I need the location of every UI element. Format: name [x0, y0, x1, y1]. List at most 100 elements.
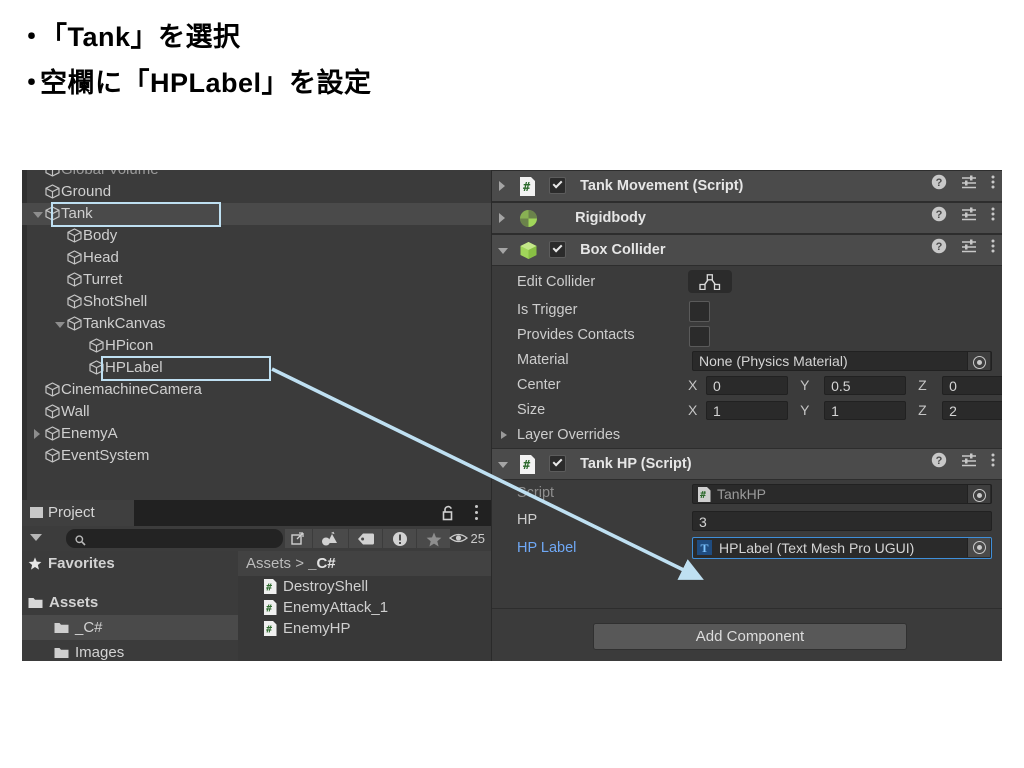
asset-item-label: EnemyAttack_1 [283, 599, 388, 616]
is-trigger-checkbox[interactable] [689, 301, 710, 322]
search-icon [75, 533, 86, 549]
breadcrumb[interactable]: Assets > _C# [238, 551, 491, 576]
preset-icon[interactable] [961, 449, 977, 479]
collapse-triangle-icon[interactable] [31, 203, 44, 225]
project-assets-pane[interactable]: Assets > _C# #DestroyShell#EnemyAttack_1… [238, 551, 491, 661]
help-icon[interactable]: ? [931, 171, 947, 201]
hierarchy-item-body[interactable]: Body [22, 225, 491, 247]
add-component-button[interactable]: Add Component [593, 623, 907, 650]
tab-project[interactable]: Project [22, 500, 134, 526]
unlock-icon[interactable] [441, 504, 457, 522]
help-icon[interactable]: ? [931, 203, 947, 233]
expand-triangle-icon[interactable] [492, 203, 514, 233]
project-tree[interactable]: Favorites Assets_C# Images [22, 551, 238, 661]
edit-collider-button[interactable] [688, 270, 732, 293]
material-object-field[interactable]: None (Physics Material) [692, 351, 992, 371]
size-z-input[interactable]: 2 [942, 401, 1002, 420]
project-tree-item-favorites[interactable]: Favorites [22, 551, 238, 576]
hierarchy-item-head[interactable]: Head [22, 247, 491, 269]
expand-triangle-icon[interactable] [31, 423, 44, 445]
size-x-input[interactable]: 1 [706, 401, 788, 420]
hierarchy-item-turret[interactable]: Turret [22, 269, 491, 291]
hierarchy-item-enemya[interactable]: EnemyA [22, 423, 491, 445]
project-tree-item-label: Images [75, 644, 124, 661]
size-y-axis-label: Y [792, 401, 820, 420]
search-expand-icon[interactable] [285, 529, 313, 548]
asset-item-destroyshell[interactable]: #DestroyShell [238, 576, 491, 597]
material-label: Material [517, 348, 569, 373]
triangle-placeholder [31, 401, 44, 423]
asset-item-enemyhp[interactable]: #EnemyHP [238, 618, 491, 639]
project-tree-item--c-[interactable]: _C# [22, 615, 238, 640]
inspector-panel[interactable]: # Tank Movement (Script) ? [491, 170, 1002, 661]
object-picker-icon[interactable] [967, 485, 990, 503]
expand-triangle-icon[interactable] [492, 171, 514, 201]
hierarchy-item-wall[interactable]: Wall [22, 401, 491, 423]
hierarchy-item-global-volume[interactable]: Global Volume [22, 170, 491, 181]
label-tag-icon[interactable] [349, 529, 383, 548]
collapse-triangle-icon[interactable] [492, 235, 514, 265]
component-header-tank-movement[interactable]: # Tank Movement (Script) ? [492, 170, 1002, 202]
provides-contacts-checkbox[interactable] [689, 326, 710, 347]
visible-count[interactable]: 25 [449, 529, 485, 548]
collapse-triangle-icon[interactable] [53, 313, 66, 335]
size-y-input[interactable]: 1 [824, 401, 906, 420]
box-collider-properties: Edit Collider Is Trigger Provides Contac… [492, 266, 1002, 448]
component-header-rigidbody[interactable]: Rigidbody ? [492, 202, 1002, 234]
hp-label-object-field[interactable]: T HPLabel (Text Mesh Pro UGUI) [692, 537, 992, 559]
center-y-input[interactable]: 0.5 [824, 376, 906, 395]
center-label: Center [517, 373, 561, 398]
hierarchy-item-ground[interactable]: Ground [22, 181, 491, 203]
help-icon[interactable]: ? [931, 235, 947, 265]
kebab-menu-icon[interactable] [991, 449, 995, 479]
material-value: None (Physics Material) [699, 353, 848, 369]
kebab-menu-icon[interactable] [991, 171, 995, 201]
hierarchy-item-label: CinemachineCamera [61, 379, 202, 401]
asset-item-enemyattack-1[interactable]: #EnemyAttack_1 [238, 597, 491, 618]
search-input[interactable] [92, 529, 281, 550]
component-enabled-checkbox[interactable] [549, 241, 566, 258]
component-header-icons: ? [921, 171, 995, 201]
preset-icon[interactable] [961, 171, 977, 201]
hierarchy-panel[interactable]: Global VolumeGroundTankBodyHeadTurretSho… [22, 170, 491, 500]
component-header-box-collider[interactable]: Box Collider ? [492, 234, 1002, 266]
object-picker-icon[interactable] [967, 538, 990, 557]
kebab-menu-icon[interactable] [475, 505, 479, 521]
collapse-triangle-icon[interactable] [492, 449, 514, 479]
project-tree-item-images[interactable]: Images [22, 640, 238, 661]
hp-input[interactable]: 3 [692, 511, 992, 531]
hierarchy-item-hpicon[interactable]: HPicon [22, 335, 491, 357]
hierarchy-item-tank[interactable]: Tank [22, 203, 491, 225]
preset-icon[interactable] [961, 235, 977, 265]
triangle-placeholder [53, 291, 66, 313]
expand-triangle-icon[interactable] [501, 431, 507, 439]
search-input-wrapper[interactable] [66, 529, 283, 548]
help-icon[interactable]: ? [931, 449, 947, 479]
center-z-input[interactable]: 0 [942, 376, 1002, 395]
warning-icon[interactable] [383, 529, 417, 548]
hierarchy-item-label: EnemyA [61, 423, 118, 445]
kebab-menu-icon[interactable] [991, 235, 995, 265]
kebab-menu-icon[interactable] [991, 203, 995, 233]
hierarchy-item-shotshell[interactable]: ShotShell [22, 291, 491, 313]
package-icon[interactable] [313, 529, 349, 548]
hierarchy-item-tankcanvas[interactable]: TankCanvas [22, 313, 491, 335]
center-x-input[interactable]: 0 [706, 376, 788, 395]
component-enabled-checkbox[interactable] [549, 177, 566, 194]
object-picker-icon[interactable] [967, 352, 990, 370]
preset-icon[interactable] [961, 203, 977, 233]
breadcrumb-root[interactable]: Assets [246, 555, 291, 572]
component-title: Box Collider [580, 242, 665, 258]
chevron-down-icon[interactable] [30, 534, 42, 541]
hierarchy-item-eventsystem[interactable]: EventSystem [22, 445, 491, 467]
hierarchy-item-cinemachinecamera[interactable]: CinemachineCamera [22, 379, 491, 401]
project-tree-item-assets[interactable]: Assets [22, 590, 238, 615]
component-enabled-checkbox[interactable] [549, 455, 566, 472]
component-header-tank-hp[interactable]: # Tank HP (Script) ? [492, 448, 1002, 480]
gameobject-cube-icon [66, 291, 83, 313]
svg-text:#: # [523, 180, 531, 194]
hierarchy-item-hplabel[interactable]: HPLabel [22, 357, 491, 379]
row-layer-overrides[interactable]: Layer Overrides [492, 423, 1002, 448]
favorite-star-icon[interactable] [417, 529, 451, 548]
layer-overrides-label: Layer Overrides [517, 423, 620, 448]
